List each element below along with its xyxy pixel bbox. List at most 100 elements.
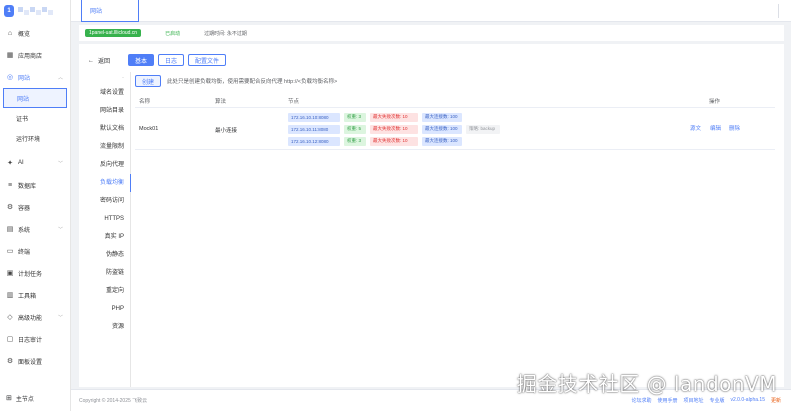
chevron-down-icon: ﹀ — [57, 314, 63, 321]
node-backup-tag: 策略: backup — [466, 124, 500, 134]
node-label: 主节点 — [15, 396, 34, 403]
arrow-left-icon: ← — [88, 57, 94, 64]
tab-logs[interactable]: 日志 — [158, 54, 185, 66]
footer-link-manual[interactable]: 使用手册 — [657, 397, 677, 404]
sidebar-item-label: 计划任务 — [18, 271, 43, 278]
node-selector[interactable]: ⊞ 主节点 — [0, 389, 70, 407]
database-icon: ≡ — [7, 181, 13, 189]
system-icon: ▤ — [6, 226, 14, 233]
sidebar-item-toolbox[interactable]: ▥ 工具箱 — [0, 284, 70, 306]
node-max-conns-tag: 最大连接数: 100 — [422, 112, 462, 122]
menu-item-rewrite[interactable]: 伪静态 — [79, 246, 130, 264]
menu-item-redirect[interactable]: 重定向 — [79, 282, 130, 300]
sidebar-item-advanced[interactable]: ◇ 高级功能 ﹀ — [0, 306, 70, 328]
source-button[interactable]: 源文 — [690, 124, 701, 132]
node-weight-tag: 权重: 3 — [344, 136, 366, 146]
sidebar-item-logs[interactable]: ▢ 日志审计 — [0, 328, 70, 350]
watermark: 掘金技术社区 @ landonVM — [516, 372, 777, 396]
column-nodes: 节点 — [288, 98, 300, 105]
sidebar-item-system[interactable]: ▤ 系统 ﹀ — [0, 218, 70, 240]
sidebar-item-websites[interactable]: ◎ 网站 ︿ — [0, 66, 70, 88]
menu-item-resources[interactable]: 资源 — [79, 318, 130, 336]
sidebar-item-database[interactable]: ≡ 数据库 — [0, 174, 70, 196]
footer-link-project[interactable]: 项目地址 — [683, 397, 703, 404]
menu-item-rate-limit[interactable]: 流量限制 — [79, 138, 130, 156]
menu-item-site-dir[interactable]: 网站目录 — [79, 102, 130, 120]
sidebar-item-terminal[interactable]: ▭ 终端 — [0, 240, 70, 262]
sidebar-item-label: 终端 — [18, 249, 31, 256]
tab-config-file[interactable]: 配置文件 — [188, 54, 227, 66]
update-link[interactable]: 更新 — [771, 397, 781, 404]
top-tab-bar: 网站 — [71, 0, 791, 22]
menu-item-domain[interactable]: 域名设置 — [79, 84, 130, 102]
node-weight-tag: 权重: 5 — [344, 124, 366, 134]
sidebar-item-ai[interactable]: ✦ AI ﹀ — [0, 152, 70, 174]
back-label: 返回 — [98, 59, 111, 65]
sidebar-item-label: 概览 — [18, 31, 31, 38]
logo: 1 — [4, 5, 14, 17]
node-entry: 172.16.10.11:8080 权重: 5 最大失败次数: 10 最大连接数… — [288, 124, 500, 134]
menu-item-load-balance[interactable]: 负载均衡 — [79, 174, 131, 192]
sidebar-sub-item-label: 运行环境 — [16, 136, 41, 143]
sidebar-item-settings[interactable]: ⚙ 面板设置 — [0, 350, 70, 372]
chevron-down-icon: ﹀ — [57, 160, 63, 167]
sidebar-sub-item-runtime[interactable]: 运行环境 — [0, 128, 70, 148]
toolbox-icon: ▥ — [6, 292, 14, 299]
sidebar-item-overview[interactable]: ⌂ 概览 — [0, 22, 70, 44]
node-max-conns-tag: 最大连接数: 100 — [422, 136, 462, 146]
menu-item-password-access[interactable]: 密码访问 — [79, 192, 130, 210]
sub-tabs: 基本 日志 配置文件 — [128, 54, 227, 66]
settings-menu: · 域名设置 网站目录 默认文档 流量限制 反向代理 负载均衡 密码访问 HTT… — [79, 72, 131, 387]
hint-text: 此处只是创建负载均衡，使用需要配合反向代理 http://<负载均衡名称> — [167, 79, 338, 85]
grid-icon: ▦ — [6, 52, 14, 59]
sidebar-item-label: 日志审计 — [18, 337, 43, 344]
column-actions: 操作 — [709, 98, 721, 105]
menu-item-https[interactable]: HTTPS — [79, 210, 130, 228]
log-icon: ▢ — [6, 336, 14, 343]
sidebar-item-containers[interactable]: ⚙ 容器 — [0, 196, 70, 218]
node-max-fails-tag: 最大失败次数: 10 — [370, 136, 418, 146]
diamond-icon: ◇ — [7, 314, 13, 321]
sidebar-sub-item-certificates[interactable]: 证书 — [0, 108, 70, 128]
globe-icon: ◎ — [6, 74, 14, 81]
node-ip-tag: 172.16.10.10:8080 — [288, 112, 340, 122]
menu-item-reverse-proxy[interactable]: 反向代理 — [79, 156, 130, 174]
menu-item-real-ip[interactable]: 真实 IP — [79, 228, 130, 246]
node-max-conns-tag: 最大连接数: 100 — [422, 124, 462, 134]
tab-websites[interactable]: 网站 — [81, 0, 139, 22]
node-weight-tag: 权重: 3 — [344, 112, 366, 122]
menu-item-default-doc[interactable]: 默认文档 — [79, 120, 130, 138]
create-row: 创建 此处只是创建负载均衡，使用需要配合反向代理 http://<负载均衡名称> — [135, 74, 775, 88]
sidebar: 1 ⌂ 概览 ▦ 应用商店 ◎ 网站 ︿ 网站 证书 运行环境 ✦ AI ﹀ ≡… — [0, 0, 71, 411]
logo-blurred-text — [18, 7, 53, 15]
chevron-down-icon: ﹀ — [57, 226, 63, 233]
sidebar-item-label: 系统 — [18, 227, 31, 234]
divider — [778, 4, 779, 18]
menu-item-php[interactable]: PHP — [79, 300, 130, 318]
sidebar-sub-item-websites[interactable]: 网站 — [3, 88, 67, 108]
ai-icon: ✦ — [7, 160, 13, 167]
home-icon: ⌂ — [7, 29, 13, 37]
chevron-up-icon: ︿ — [57, 74, 63, 81]
logo-row: 1 — [0, 0, 70, 22]
back-button[interactable]: ← 返回 — [88, 56, 111, 66]
footer-link-forum[interactable]: 论坛求助 — [631, 397, 651, 404]
copyright-text: Copyright © 2014-2025 飞致云 — [79, 398, 148, 404]
node-ip-tag: 172.16.10.12:8080 — [288, 136, 340, 146]
tab-basic[interactable]: 基本 — [128, 54, 155, 66]
edit-button[interactable]: 编辑 — [710, 124, 721, 132]
calendar-icon: ▣ — [6, 270, 14, 277]
sidebar-item-label: 网站 — [18, 75, 31, 82]
create-button[interactable]: 创建 — [135, 75, 162, 87]
sidebar-item-cron[interactable]: ▣ 计划任务 — [0, 262, 70, 284]
load-balance-content: 创建 此处只是创建负载均衡，使用需要配合反向代理 http://<负载均衡名称>… — [135, 74, 775, 150]
row-algorithm: 最小连接 — [215, 128, 238, 134]
node-ip-tag: 172.16.10.11:8080 — [288, 124, 340, 134]
delete-button[interactable]: 删除 — [729, 124, 740, 132]
sidebar-item-app-store[interactable]: ▦ 应用商店 — [0, 44, 70, 66]
footer-link-pro[interactable]: 专业版 — [709, 397, 724, 404]
site-name-badge[interactable]: 1panel-uat.lllicloud.cn — [85, 29, 142, 37]
node-entry: 172.16.10.12:8080 权重: 3 最大失败次数: 10 最大连接数… — [288, 136, 500, 146]
menu-item-hotlink[interactable]: 防盗链 — [79, 264, 130, 282]
version-text[interactable]: v2.0.0-alpha.15 — [731, 397, 765, 404]
